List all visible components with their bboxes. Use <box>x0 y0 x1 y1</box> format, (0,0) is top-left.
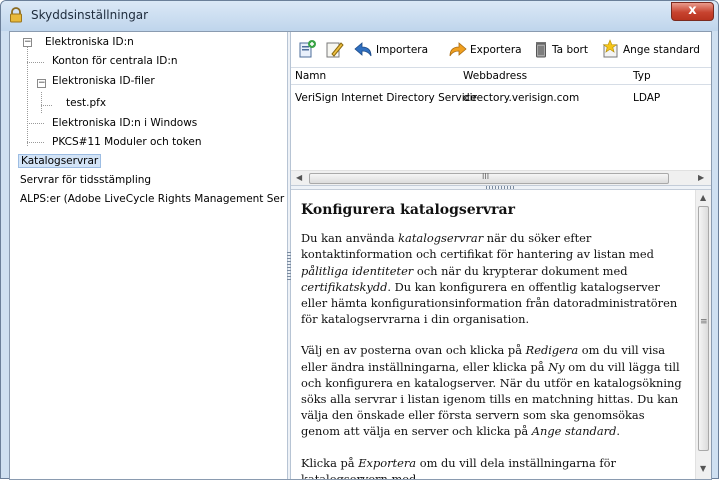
close-button[interactable]: x <box>671 2 714 21</box>
tree-item-label: Servrar för tidsstämpling <box>20 174 152 186</box>
set-default-button[interactable]: Ange standard <box>601 39 709 61</box>
window-title: Skyddsinställningar <box>31 8 149 22</box>
tree-item-directory-servers[interactable]: Katalogservrar <box>18 153 102 170</box>
tree-line <box>41 92 42 113</box>
tree-item-label: Elektroniska ID:n i Windows <box>52 117 198 129</box>
tree-item-label: Elektroniska ID:n <box>45 36 134 48</box>
tree-item-label: PKCS#11 Moduler och token <box>52 136 202 148</box>
help-paragraph: Du kan använda katalogservrar när du sök… <box>301 231 678 327</box>
import-button[interactable]: Importera <box>353 39 441 61</box>
tree-item-label: Elektroniska ID-filer <box>52 75 155 87</box>
edit-button[interactable] <box>325 39 347 61</box>
column-header-address[interactable]: Webbadress <box>463 70 527 82</box>
tree-item-pkcs11-modules[interactable]: PKCS#11 Moduler och token <box>52 134 202 151</box>
new-button[interactable] <box>297 39 319 61</box>
delete-label: Ta bort <box>552 44 588 56</box>
tree-item-electronic-ids[interactable]: Elektroniska ID:n <box>45 34 134 51</box>
list-header: Namn Webbadress Typ <box>291 67 711 85</box>
tree-item-test-pfx[interactable]: test.pfx <box>66 95 106 112</box>
edit-pencil-icon <box>326 42 344 58</box>
tree-item-label: Konton för centrala ID:n <box>52 55 178 67</box>
row-type: LDAP <box>633 92 661 104</box>
help-paragraph: Klicka på Exportera om du vill dela inst… <box>301 455 616 479</box>
scroll-right-icon[interactable]: ▶ <box>698 173 704 182</box>
tree-line <box>27 142 44 143</box>
help-paragraph: Välj en av posterna ovan och klicka på R… <box>301 343 682 439</box>
tree-item-label: ALPS:er (Adobe LiveCycle Rights Manageme… <box>20 193 285 205</box>
tree-item-windows-ids[interactable]: Elektroniska ID:n i Windows <box>52 115 197 132</box>
scroll-down-icon[interactable]: ▼ <box>700 464 706 473</box>
right-pane: Importera Exportera Ta bort Ange standar… <box>291 32 711 479</box>
tree-line <box>27 46 28 146</box>
horizontal-scroll-thumb[interactable]: III <box>309 172 669 184</box>
collapse-icon[interactable]: − <box>23 38 32 47</box>
import-arrow-icon <box>354 42 372 57</box>
row-name: VeriSign Internet Directory Service <box>295 92 477 104</box>
trash-can-icon <box>536 42 546 58</box>
padlock-icon <box>10 7 22 23</box>
tree-item-label: test.pfx <box>66 97 107 109</box>
toolbar: Importera Exportera Ta bort Ange standar… <box>291 32 711 66</box>
tree-item-label: Katalogservrar <box>18 154 102 168</box>
category-tree[interactable]: − Elektroniska ID:n Konton för centrala … <box>10 32 287 479</box>
scroll-grip-icon: III <box>482 172 490 181</box>
tree-item-id-files[interactable]: Elektroniska ID-filer <box>52 73 155 90</box>
scroll-up-icon[interactable]: ▲ <box>700 193 706 202</box>
column-header-type[interactable]: Typ <box>633 70 651 82</box>
default-star-icon <box>602 39 618 58</box>
title-bar[interactable]: Skyddsinställningar x <box>1 1 718 31</box>
scroll-left-icon[interactable]: ◀ <box>296 173 302 182</box>
tree-line <box>27 123 44 124</box>
new-document-icon <box>299 40 316 58</box>
help-text-panel: Konfigurera katalogservrar Du kan använd… <box>291 190 695 479</box>
column-header-name[interactable]: Namn <box>295 70 326 82</box>
set-default-label: Ange standard <box>623 44 700 56</box>
import-label: Importera <box>376 44 429 56</box>
security-settings-window: Skyddsinställningar x − Elektroniska ID:… <box>0 0 719 480</box>
dialog-body: − Elektroniska ID:n Konton för centrala … <box>9 31 712 480</box>
table-row[interactable]: VeriSign Internet Directory Service dire… <box>291 90 711 108</box>
help-title: Konfigurera katalogservrar <box>301 202 516 218</box>
tree-line <box>41 105 52 106</box>
export-button[interactable]: Exportera <box>448 39 526 61</box>
horizontal-scrollbar[interactable]: ◀ III ▶ <box>291 170 711 185</box>
tree-item-alps[interactable]: ALPS:er (Adobe LiveCycle Rights Manageme… <box>20 191 284 208</box>
row-address: directory.verisign.com <box>463 92 580 104</box>
tree-line <box>27 62 44 63</box>
tree-item-timestamp-servers[interactable]: Servrar för tidsstämpling <box>20 172 151 189</box>
export-label: Exportera <box>470 44 522 56</box>
vertical-scroll-thumb[interactable]: ≡ <box>698 206 709 451</box>
splitter-grip[interactable] <box>486 186 516 189</box>
delete-button[interactable]: Ta bort <box>531 39 593 61</box>
export-arrow-icon <box>449 42 467 57</box>
vertical-scrollbar[interactable]: ▲ ≡ ▼ <box>695 190 711 479</box>
close-icon: x <box>688 3 697 18</box>
scroll-grip-icon: ≡ <box>700 317 708 327</box>
tree-item-central-id-accounts[interactable]: Konton för centrala ID:n <box>52 53 178 70</box>
collapse-icon[interactable]: − <box>37 79 46 88</box>
